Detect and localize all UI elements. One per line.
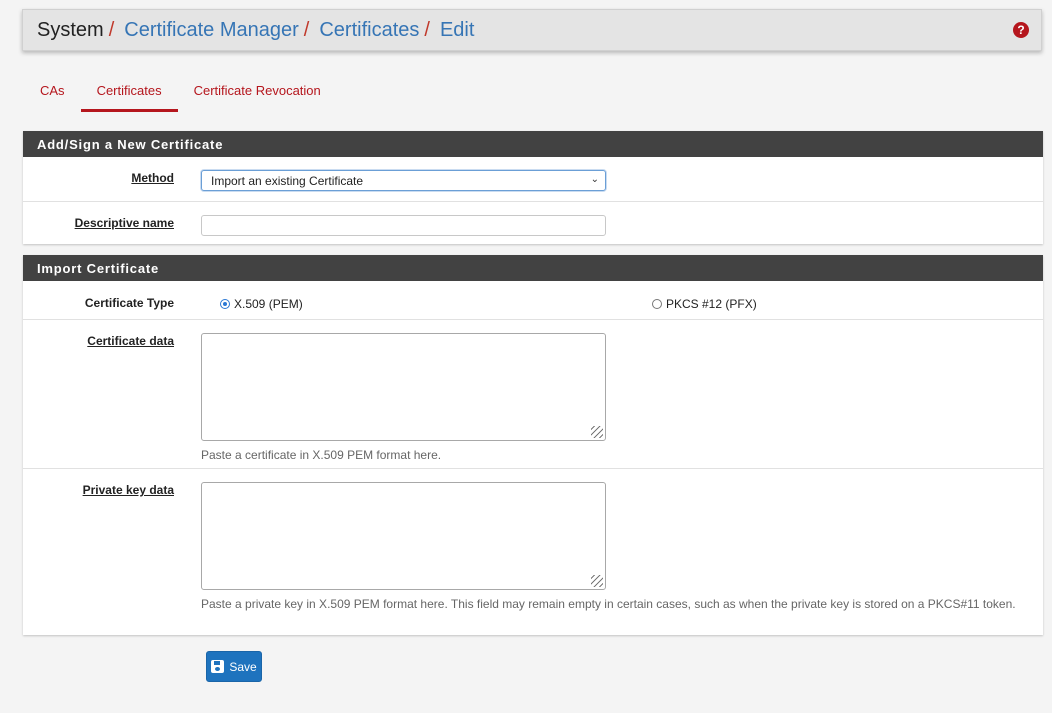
save-icon — [211, 660, 225, 673]
tab-bar: CAs Certificates Certificate Revocation — [24, 76, 337, 112]
breadcrumb: System / Certificate Manager / Certifica… — [22, 9, 1042, 51]
descr-input[interactable] — [201, 215, 606, 236]
cert-data-label: Certificate data — [87, 334, 174, 348]
cert-data-help: Paste a certificate in X.509 PEM format … — [201, 448, 442, 462]
radio-pkcs12-control[interactable] — [652, 299, 662, 309]
cert-type-row: Certificate Type X.509 (PEM) PKCS #12 (P… — [23, 281, 1043, 319]
method-select[interactable]: Import an existing Certificate ⌄ — [201, 170, 606, 191]
save-button-label: Save — [229, 659, 257, 674]
key-data-label: Private key data — [82, 483, 174, 497]
method-select-value: Import an existing Certificate — [211, 174, 364, 188]
breadcrumb-link-edit[interactable]: Edit — [440, 19, 474, 42]
cert-type-label: Certificate Type — [84, 296, 174, 310]
breadcrumb-separator: / — [303, 18, 310, 41]
panel-heading: Add/Sign a New Certificate — [23, 131, 1043, 157]
key-data-row: Private key data Paste a private key in … — [23, 468, 1043, 635]
breadcrumb-link-certificate-manager[interactable]: Certificate Manager — [124, 19, 299, 42]
resize-grip-icon[interactable] — [591, 426, 603, 438]
method-label: Method — [131, 171, 174, 185]
descr-row: Descriptive name — [23, 201, 1043, 244]
breadcrumb-separator: / — [108, 18, 115, 41]
descr-label: Descriptive name — [74, 216, 174, 230]
import-certificate-panel: Import Certificate Certificate Type X.50… — [23, 255, 1043, 635]
radio-pkcs12-label: PKCS #12 (PFX) — [666, 297, 757, 311]
tab-cas[interactable]: CAs — [24, 76, 81, 112]
question-circle-icon[interactable]: ? — [1013, 22, 1029, 38]
save-button[interactable]: Save — [206, 651, 262, 682]
new-certificate-panel: Add/Sign a New Certificate Method Import… — [23, 131, 1043, 244]
key-data-help: Paste a private key in X.509 PEM format … — [201, 597, 1016, 611]
breadcrumb-link-certificates[interactable]: Certificates — [319, 19, 419, 42]
tab-certificates[interactable]: Certificates — [80, 76, 178, 112]
cert-data-row: Certificate data Paste a certificate in … — [23, 319, 1043, 468]
breadcrumb-separator: / — [424, 18, 430, 41]
tab-certificate-revocation[interactable]: Certificate Revocation — [178, 76, 337, 112]
radio-x509-control[interactable] — [220, 299, 230, 309]
key-data-textarea[interactable] — [201, 482, 606, 590]
resize-grip-icon[interactable] — [591, 575, 603, 587]
radio-x509-label: X.509 (PEM) — [234, 297, 303, 311]
method-row: Method Import an existing Certificate ⌄ — [23, 157, 1043, 201]
cert-data-textarea[interactable] — [201, 333, 606, 441]
chevron-down-icon: ⌄ — [590, 174, 599, 185]
breadcrumb-root: System — [37, 18, 104, 41]
radio-x509[interactable]: X.509 (PEM) — [220, 297, 303, 311]
panel-heading: Import Certificate — [23, 255, 1043, 281]
radio-pkcs12[interactable]: PKCS #12 (PFX) — [652, 297, 757, 311]
